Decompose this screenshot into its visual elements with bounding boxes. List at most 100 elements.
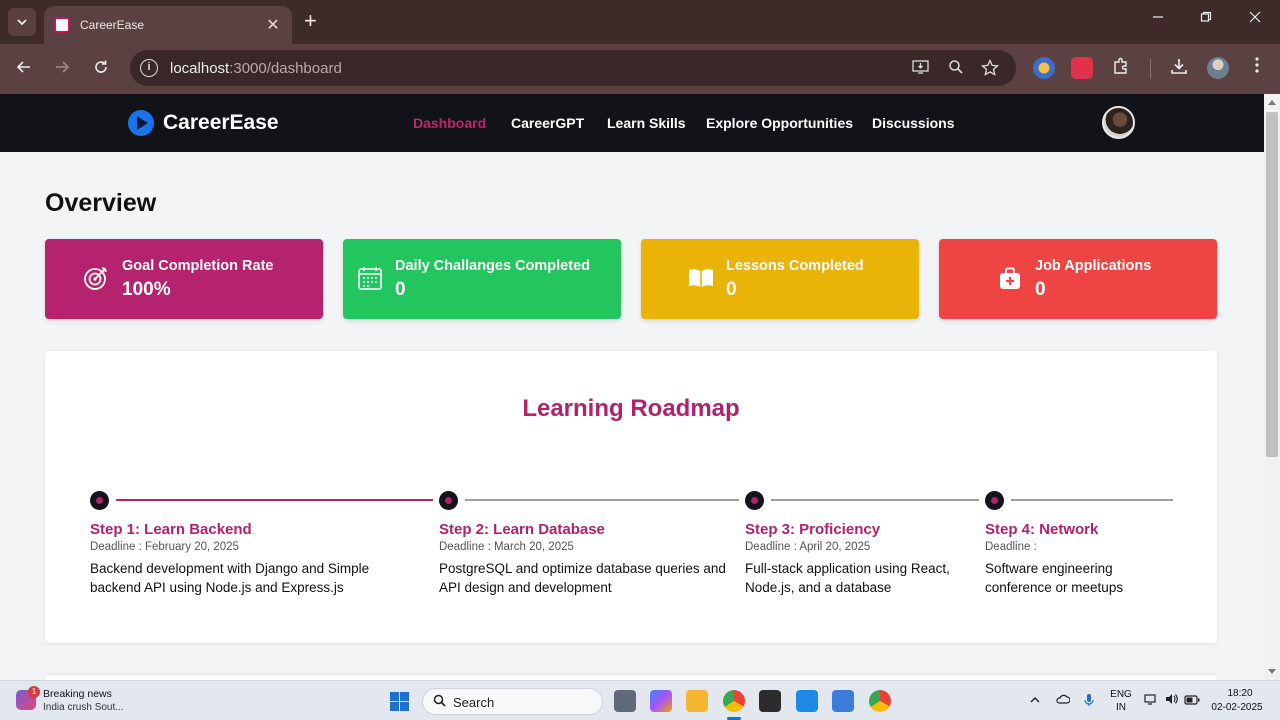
nav-learn-skills[interactable]: Learn Skills xyxy=(607,115,686,131)
windows-start-icon[interactable] xyxy=(390,692,409,711)
zoom-icon[interactable] xyxy=(946,59,966,80)
vscode-icon[interactable] xyxy=(796,690,818,712)
stat-label: Goal Completion Rate xyxy=(122,258,274,274)
copilot-icon[interactable] xyxy=(650,690,672,712)
file-explorer-icon[interactable] xyxy=(686,690,708,712)
back-arrow-icon[interactable] xyxy=(12,57,36,81)
stat-card-goal-completion: Goal Completion Rate 100% xyxy=(45,239,323,319)
news-title[interactable]: Breaking news xyxy=(43,688,112,700)
stat-label: Lessons Completed xyxy=(726,258,864,274)
step-1-connector xyxy=(116,499,433,501)
site-info-icon[interactable]: i xyxy=(140,59,158,77)
browser-toolbar: i localhost:3000/dashboard xyxy=(0,44,1280,94)
calendar-icon xyxy=(358,267,382,290)
network-icon[interactable] xyxy=(1143,693,1159,708)
minimize-icon[interactable] xyxy=(1148,10,1168,28)
step-4-deadline: Deadline : xyxy=(985,541,1037,553)
url-path: :3000/dashboard xyxy=(229,60,342,77)
more-menu-icon[interactable] xyxy=(1246,57,1268,78)
search-label: Search xyxy=(453,695,495,710)
chevron-up-icon[interactable] xyxy=(1027,693,1043,708)
url-text[interactable]: localhost:3000/dashboard xyxy=(170,60,342,77)
user-avatar[interactable] xyxy=(1102,106,1135,139)
stat-value: 100% xyxy=(122,279,171,300)
url-host: localhost xyxy=(170,60,230,77)
toolbar-separator xyxy=(1150,59,1151,79)
brand-name[interactable]: CareerEase xyxy=(163,111,279,135)
step-1-description: Backend development with Django and Simp… xyxy=(90,561,370,595)
browser-tab[interactable]: CareerEase ✕ xyxy=(44,6,292,44)
nav-explore-opportunities[interactable]: Explore Opportunities xyxy=(706,115,853,131)
step-2-description: PostgreSQL and optimize database queries… xyxy=(439,561,726,595)
notepad-icon[interactable] xyxy=(832,690,854,712)
roadmap-title: Learning Roadmap xyxy=(522,395,740,422)
step-4-description: Software engineering conference or meetu… xyxy=(985,561,1124,595)
step-1-title: Step 1: Learn Backend xyxy=(90,521,252,538)
new-tab-button[interactable]: + xyxy=(304,10,317,32)
clock-date[interactable]: 02-02-2025 xyxy=(1206,702,1268,713)
overview-title: Overview xyxy=(45,189,157,217)
step-4-title: Step 4: Network xyxy=(985,521,1099,538)
careerease-logo-icon[interactable] xyxy=(128,110,154,136)
install-app-icon[interactable] xyxy=(911,59,931,80)
forward-arrow-icon[interactable] xyxy=(50,57,74,81)
nav-discussions[interactable]: Discussions xyxy=(872,115,954,131)
step-1-deadline: Deadline : February 20, 2025 xyxy=(90,541,239,553)
step-3-deadline: Deadline : April 20, 2025 xyxy=(745,541,871,553)
taskbar-search[interactable]: Search xyxy=(422,688,603,715)
microphone-icon[interactable] xyxy=(1081,693,1097,710)
terminal-icon[interactable] xyxy=(759,690,781,712)
step-3-marker-icon xyxy=(745,491,764,510)
close-window-icon[interactable] xyxy=(1245,10,1265,28)
address-bar[interactable]: i localhost:3000/dashboard xyxy=(130,50,1016,86)
briefcase-icon xyxy=(1000,267,1020,289)
stat-card-daily-challenges: Daily Challanges Completed 0 xyxy=(343,239,621,319)
battery-icon[interactable] xyxy=(1184,693,1200,708)
step-3-connector xyxy=(771,499,979,501)
step-1-marker-icon xyxy=(90,491,109,510)
profile-avatar-icon[interactable] xyxy=(1207,57,1229,79)
reload-icon[interactable] xyxy=(89,57,113,81)
step-2-title: Step 2: Learn Database xyxy=(439,521,605,538)
extensions-puzzle-icon[interactable] xyxy=(1110,57,1132,80)
extension-strawberry-icon[interactable] xyxy=(1071,57,1093,79)
app-navbar: CareerEase Dashboard CareerGPT Learn Ski… xyxy=(0,94,1264,152)
learning-roadmap-card: Learning Roadmap Step 1: Learn Backend D… xyxy=(45,351,1217,643)
language-region[interactable]: IN xyxy=(1110,702,1132,713)
tab-search-button[interactable] xyxy=(8,8,36,36)
stat-value: 0 xyxy=(395,279,406,300)
nav-careergpt[interactable]: CareerGPT xyxy=(511,115,584,131)
volume-icon[interactable] xyxy=(1164,693,1180,708)
stat-value: 0 xyxy=(726,279,737,300)
scroll-down-arrow-icon[interactable] xyxy=(1268,669,1276,674)
extension-shield-icon[interactable] xyxy=(1033,57,1055,79)
step-2-marker-icon xyxy=(439,491,458,510)
windows-taskbar: 1 Breaking news India crush Sout... Sear… xyxy=(0,680,1280,720)
scroll-up-arrow-icon[interactable] xyxy=(1268,100,1276,105)
step-4-connector xyxy=(1011,499,1173,501)
stat-label: Daily Challanges Completed xyxy=(395,258,590,274)
chrome-profile-icon[interactable] xyxy=(869,690,891,712)
tab-title: CareerEase xyxy=(80,18,145,32)
browser-tabstrip: CareerEase ✕ + xyxy=(0,0,1280,44)
download-icon[interactable] xyxy=(1168,57,1190,80)
nav-dashboard[interactable]: Dashboard xyxy=(413,115,486,131)
target-icon xyxy=(84,267,107,290)
scrollbar-thumb[interactable] xyxy=(1266,112,1278,457)
step-4-marker-icon xyxy=(985,491,1004,510)
careerease-favicon-icon xyxy=(54,17,70,33)
weather-cloud-icon[interactable] xyxy=(1055,693,1071,708)
page-viewport: CareerEase Dashboard CareerGPT Learn Ski… xyxy=(0,94,1264,680)
chevron-down-icon xyxy=(17,19,27,26)
chrome-icon[interactable] xyxy=(723,690,745,712)
bookmark-star-icon[interactable] xyxy=(980,58,1000,82)
page-scrollbar[interactable] xyxy=(1264,94,1280,680)
close-tab-icon[interactable]: ✕ xyxy=(264,15,282,35)
clock-time[interactable]: 18:20 xyxy=(1212,688,1268,699)
news-subtitle[interactable]: India crush Sout... xyxy=(43,702,124,713)
step-2-connector xyxy=(465,499,739,501)
task-view-icon[interactable] xyxy=(614,690,636,712)
step-3-description: Full-stack application using React, Node… xyxy=(745,561,950,595)
language-code[interactable]: ENG xyxy=(1110,689,1132,700)
restore-icon[interactable] xyxy=(1196,10,1216,28)
